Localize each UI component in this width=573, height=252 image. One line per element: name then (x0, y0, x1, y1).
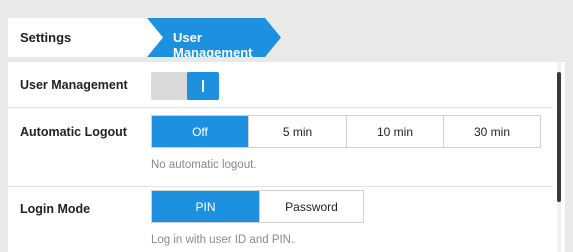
automatic-logout-label: Automatic Logout (20, 125, 127, 139)
automatic-logout-row: Automatic Logout Off 5 min 10 min 30 min… (8, 108, 553, 186)
breadcrumb-user-management-label: User Management (173, 30, 253, 60)
login-mode-option-pin[interactable]: PIN (152, 191, 259, 222)
login-mode-hint: Log in with user ID and PIN. (151, 234, 295, 246)
automatic-logout-selector: Off 5 min 10 min 30 min (151, 115, 541, 148)
login-mode-row: Login Mode PIN Password Log in with user… (8, 187, 553, 252)
user-management-row: User Management (8, 62, 553, 111)
user-management-toggle[interactable] (151, 72, 219, 100)
logout-option-10-min[interactable]: 10 min (346, 116, 443, 147)
breadcrumb-settings-label: Settings (20, 30, 72, 45)
login-mode-selector: PIN Password (151, 190, 364, 223)
user-management-label: User Management (20, 78, 128, 92)
scrollbar-thumb[interactable] (557, 72, 561, 202)
toggle-on-icon (202, 80, 204, 92)
breadcrumb-user-management[interactable]: User Management (147, 18, 281, 57)
logout-option-5-min[interactable]: 5 min (248, 116, 346, 147)
breadcrumb: Settings User Management (8, 18, 565, 57)
login-mode-label: Login Mode (20, 202, 91, 216)
settings-panel: User Management Automatic Logout Off 5 m… (8, 62, 565, 252)
logout-option-30-min[interactable]: 30 min (443, 116, 540, 147)
toggle-on-knob (187, 72, 219, 100)
login-mode-option-password[interactable]: Password (259, 191, 363, 222)
logout-option-off[interactable]: Off (152, 116, 248, 147)
automatic-logout-hint: No automatic logout. (151, 159, 257, 171)
breadcrumb-settings[interactable]: Settings (8, 18, 166, 57)
